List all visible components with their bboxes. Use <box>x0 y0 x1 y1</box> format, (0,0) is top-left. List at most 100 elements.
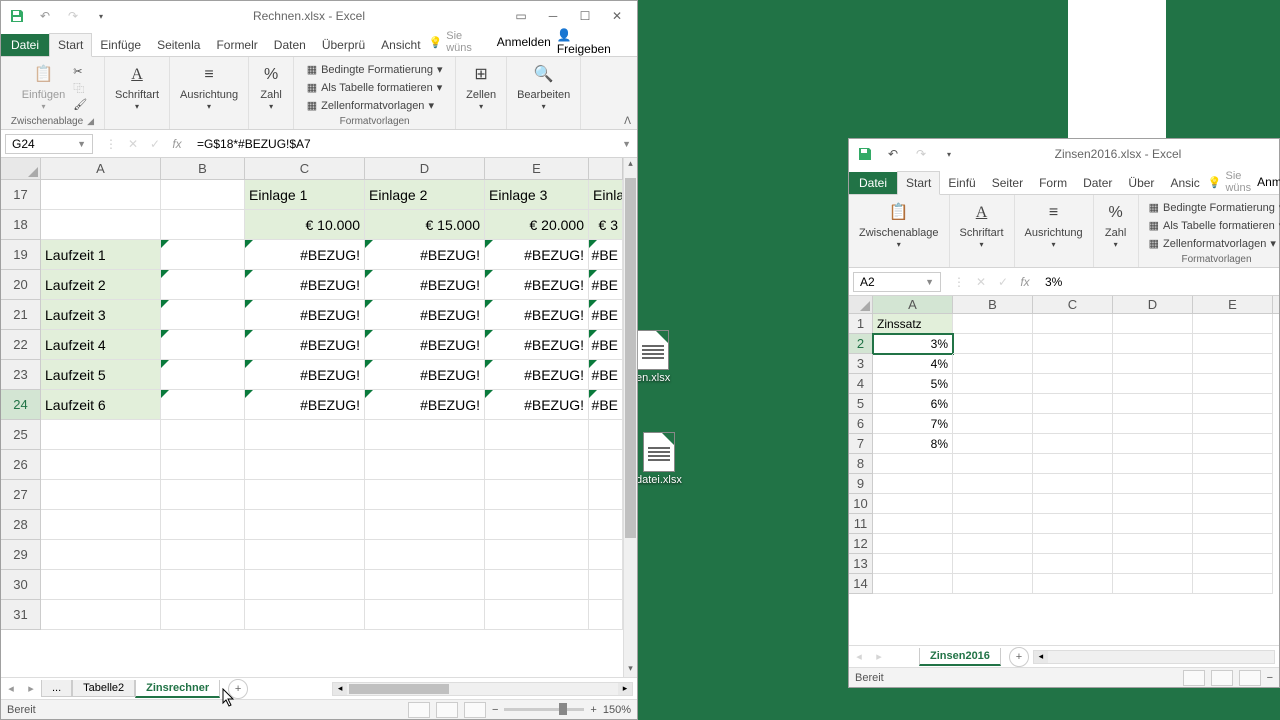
cell[interactable] <box>485 600 589 630</box>
cell[interactable] <box>1193 394 1273 414</box>
tab-formulas[interactable]: Form <box>1031 172 1075 194</box>
editing-group-button[interactable]: 🔍 Bearbeiten ▾ <box>513 61 574 114</box>
cell[interactable] <box>1033 314 1113 334</box>
cell[interactable] <box>589 450 623 480</box>
cell[interactable]: #BEZUG! <box>365 300 485 330</box>
expand-formula-icon[interactable]: ▼ <box>616 139 637 149</box>
cell[interactable]: 8% <box>873 434 953 454</box>
scroll-down-icon[interactable]: ▾ <box>624 663 637 677</box>
tell-me-search[interactable]: 💡 Sie wüns <box>429 30 491 54</box>
name-box[interactable]: A2 ▼ <box>853 272 941 292</box>
cell[interactable] <box>161 570 245 600</box>
cell[interactable]: #BEZUG! <box>365 330 485 360</box>
cell[interactable] <box>161 450 245 480</box>
cell[interactable]: #BEZUG! <box>485 270 589 300</box>
zoom-level[interactable]: 150% <box>603 704 631 716</box>
cell[interactable] <box>365 540 485 570</box>
cell[interactable] <box>41 510 161 540</box>
row-header[interactable]: 26 <box>1 450 41 480</box>
cell[interactable] <box>1033 434 1113 454</box>
cell[interactable]: € 10.000 <box>245 210 365 240</box>
cell[interactable] <box>1113 314 1193 334</box>
row-header[interactable]: 29 <box>1 540 41 570</box>
cell[interactable] <box>953 554 1033 574</box>
cell[interactable]: € 20.000 <box>485 210 589 240</box>
cell[interactable] <box>1033 574 1113 594</box>
conditional-formatting-button[interactable]: ▦Bedingte Formatierung ▾ <box>303 61 447 78</box>
cell[interactable] <box>365 450 485 480</box>
font-group-button[interactable]: A Schriftart ▾ <box>111 61 163 114</box>
formula-input[interactable] <box>1039 273 1279 291</box>
dialog-launcher-icon[interactable]: ◢ <box>87 116 94 126</box>
cell[interactable] <box>41 480 161 510</box>
cell[interactable] <box>161 240 245 270</box>
cell[interactable]: 5% <box>873 374 953 394</box>
cell[interactable] <box>1193 514 1273 534</box>
row-header[interactable]: 13 <box>849 554 873 574</box>
cell[interactable] <box>365 570 485 600</box>
cell[interactable] <box>953 454 1033 474</box>
cell[interactable] <box>365 420 485 450</box>
tab-nav-next[interactable]: ▸ <box>21 682 41 695</box>
copy-icon[interactable]: ⿻ <box>73 80 87 96</box>
cancel-icon[interactable]: ✕ <box>971 275 991 289</box>
cell[interactable] <box>41 540 161 570</box>
cell[interactable]: € 15.000 <box>365 210 485 240</box>
row-header[interactable]: 30 <box>1 570 41 600</box>
cell[interactable] <box>873 534 953 554</box>
hscroll-thumb[interactable] <box>349 684 449 694</box>
tab-data[interactable]: Daten <box>266 34 314 56</box>
cell[interactable] <box>161 180 245 210</box>
cell[interactable]: 4% <box>873 354 953 374</box>
row-header[interactable]: 19 <box>1 240 41 270</box>
paste-button[interactable]: 📋 Einfügen ▾ <box>18 61 69 114</box>
scroll-left-icon[interactable]: ◂ <box>1034 651 1048 663</box>
cell[interactable] <box>873 474 953 494</box>
cell[interactable]: #BEZUG! <box>485 300 589 330</box>
row-header[interactable]: 23 <box>1 360 41 390</box>
cell[interactable]: #BEZUG! <box>485 390 589 420</box>
cell[interactable] <box>589 570 623 600</box>
desktop-file-1[interactable]: en.xlsx <box>636 330 670 384</box>
sheet-tab-zinsrechner[interactable]: Zinsrechner <box>135 680 220 698</box>
undo-button[interactable]: ↶ <box>881 142 905 166</box>
cell[interactable] <box>953 574 1033 594</box>
cell[interactable] <box>161 300 245 330</box>
cell[interactable] <box>161 330 245 360</box>
cell[interactable] <box>1113 454 1193 474</box>
sheet-tab-more[interactable]: ... <box>41 680 72 697</box>
cell[interactable] <box>41 570 161 600</box>
cell[interactable]: Laufzeit 3 <box>41 300 161 330</box>
cell[interactable] <box>161 210 245 240</box>
cell[interactable] <box>41 420 161 450</box>
page-break-button[interactable] <box>464 702 486 718</box>
cell[interactable] <box>1033 554 1113 574</box>
cell[interactable] <box>873 574 953 594</box>
cell[interactable]: #BE <box>589 360 623 390</box>
cell[interactable] <box>953 374 1033 394</box>
cell[interactable] <box>1113 554 1193 574</box>
row-header[interactable]: 3 <box>849 354 873 374</box>
cell[interactable] <box>1033 534 1113 554</box>
page-layout-button[interactable] <box>1211 670 1233 686</box>
cell[interactable]: Laufzeit 6 <box>41 390 161 420</box>
cell[interactable]: #BEZUG! <box>365 270 485 300</box>
cell[interactable] <box>485 570 589 600</box>
cell[interactable] <box>1033 354 1113 374</box>
col-header-b[interactable]: B <box>161 158 245 179</box>
cell[interactable]: #BEZUG! <box>245 360 365 390</box>
row-header[interactable]: 21 <box>1 300 41 330</box>
cell[interactable] <box>245 450 365 480</box>
row-header[interactable]: 18 <box>1 210 41 240</box>
cell[interactable]: Einlage 3 <box>485 180 589 210</box>
font-group-button[interactable]: A Schriftart ▾ <box>956 199 1008 252</box>
cell[interactable] <box>365 510 485 540</box>
cell[interactable] <box>161 600 245 630</box>
col-header-c[interactable]: C <box>245 158 365 179</box>
cell[interactable] <box>1193 314 1273 334</box>
zoom-in-button[interactable]: + <box>590 704 596 716</box>
select-all-button[interactable] <box>849 296 873 313</box>
col-header-a[interactable]: A <box>873 296 953 313</box>
cell[interactable] <box>161 480 245 510</box>
row-header[interactable]: 24 <box>1 390 41 420</box>
